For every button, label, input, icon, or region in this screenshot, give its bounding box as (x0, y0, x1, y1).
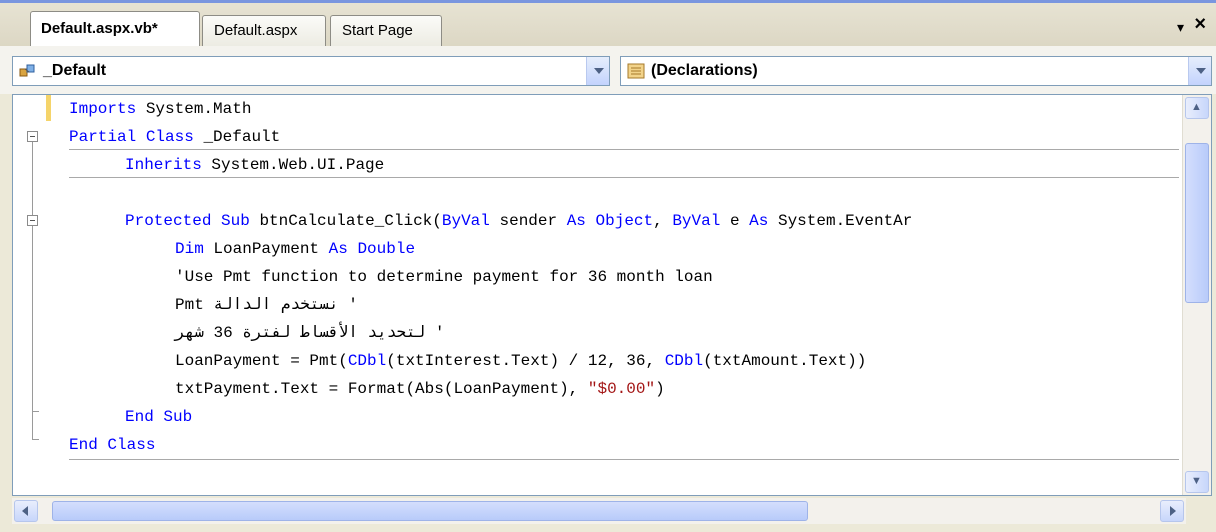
tab-default-aspx[interactable]: Default.aspx (202, 15, 326, 47)
code-editor[interactable]: Imports System.Math Partial Class _Defau… (12, 94, 1212, 496)
code-line: Imports System.Math (69, 100, 252, 118)
changed-line-marker (46, 95, 51, 121)
code-line: Inherits System.Web.UI.Page (125, 156, 385, 174)
code-line: LoanPayment = Pmt(CDbl(txtInterest.Text)… (175, 352, 867, 370)
code-line: End Class (69, 436, 156, 454)
scroll-up-button[interactable]: ▲ (1185, 97, 1209, 119)
method-name-combo[interactable]: (Declarations) (620, 56, 1212, 86)
tab-label: Default.aspx (214, 22, 298, 39)
active-files-dropdown-icon[interactable]: ▾ (1177, 19, 1184, 36)
code-line: Protected Sub btnCalculate_Click(ByVal s… (125, 212, 913, 230)
scroll-right-button[interactable] (1160, 500, 1184, 522)
outline-end-tick (32, 411, 39, 412)
horizontal-scroll-thumb[interactable] (52, 501, 808, 521)
outline-line (32, 390, 33, 440)
code-comment: ' لتحديد الأقساط لفترة 36 شهر (175, 324, 445, 342)
code-text-area[interactable]: Imports System.Math Partial Class _Defau… (69, 95, 1179, 495)
scroll-down-button[interactable]: ▼ (1185, 471, 1209, 493)
code-line: End Sub (125, 408, 193, 426)
tab-start-page[interactable]: Start Page (330, 15, 442, 47)
tab-default-aspx-vb[interactable]: Default.aspx.vb* (30, 11, 200, 49)
scrollbar-corner (1188, 498, 1212, 524)
code-line: txtPayment.Text = Format(Abs(LoanPayment… (175, 380, 665, 398)
tab-label: Start Page (342, 22, 413, 39)
class-name-combo[interactable]: _Default (12, 56, 610, 86)
class-icon (19, 64, 35, 77)
scroll-left-button[interactable] (14, 500, 38, 522)
close-document-icon[interactable]: × (1194, 13, 1206, 36)
outline-line (32, 142, 33, 390)
procedure-separator (69, 459, 1179, 460)
code-navigation-bar: _Default (Declarations) (0, 46, 1216, 94)
chevron-down-icon[interactable] (586, 57, 609, 85)
outline-gutter (13, 95, 63, 495)
declarations-icon (627, 63, 645, 79)
member-combo-value: (Declarations) (651, 62, 758, 79)
document-tab-strip: Default.aspx.vb* Default.aspx Start Page… (0, 0, 1216, 49)
class-combo-value: _Default (43, 62, 107, 79)
outline-end-tick (32, 439, 39, 440)
procedure-separator (69, 149, 1179, 150)
tab-label: Default.aspx.vb* (41, 20, 158, 37)
vertical-scroll-thumb[interactable] (1185, 143, 1209, 303)
collapse-class-icon[interactable] (27, 131, 38, 142)
code-line: Dim LoanPayment As Double (175, 240, 416, 258)
vertical-scrollbar[interactable]: ▲ ▼ (1182, 95, 1211, 495)
code-comment: 'Use Pmt function to determine payment f… (175, 268, 713, 286)
procedure-separator (69, 177, 1179, 178)
horizontal-scrollbar[interactable] (12, 498, 1186, 524)
code-line: Partial Class _Default (69, 128, 281, 146)
chevron-down-icon[interactable] (1188, 57, 1211, 85)
collapse-method-icon[interactable] (27, 215, 38, 226)
code-comment: ' نستخدم الدالة Pmt (175, 296, 358, 314)
